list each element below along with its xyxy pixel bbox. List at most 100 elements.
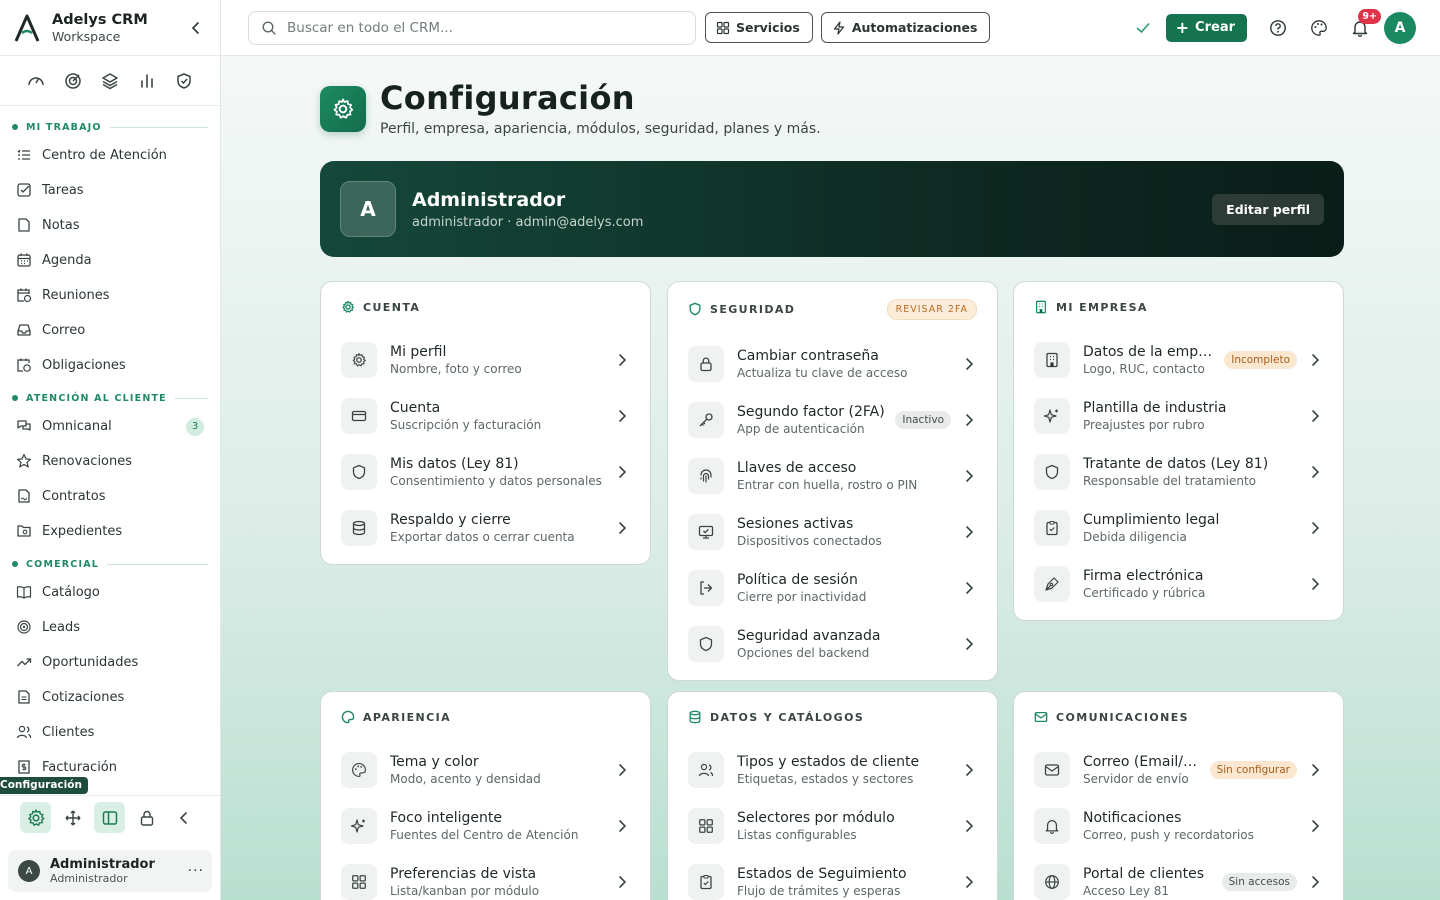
sidebar-item-oportunidades[interactable]: Oportunidades — [0, 645, 220, 680]
plus-icon: + — [1175, 17, 1190, 37]
sidebar-item-contratos[interactable]: Contratos — [0, 479, 220, 514]
settings-row-segundo-factor[interactable]: Segundo factor (2FA) App de autenticación… — [688, 392, 977, 448]
sidebar-item-agenda[interactable]: Agenda — [0, 243, 220, 278]
shield-check-icon[interactable] — [175, 72, 193, 90]
sidebar-item-expedientes[interactable]: Expedientes — [0, 514, 220, 549]
settings-gear-icon — [320, 86, 366, 132]
bar-chart-icon[interactable] — [138, 72, 156, 90]
settings-row-estados-seguimiento[interactable]: Estados de Seguimiento Flujo de trámites … — [688, 854, 977, 900]
card-comunicaciones: COMUNICACIONES Correo (Email/SMTP) Servid… — [1013, 691, 1344, 900]
chevron-left-icon[interactable] — [186, 18, 206, 38]
sidebar-item-correo[interactable]: Correo — [0, 313, 220, 348]
automatizaciones-button[interactable]: Automatizaciones — [820, 12, 991, 43]
settings-row-llaves-acceso[interactable]: Llaves de acceso Entrar con huella, rostr… — [688, 448, 977, 504]
sidebar-item-renovaciones[interactable]: Renovaciones — [0, 444, 220, 479]
chevron-right-icon — [961, 636, 977, 652]
settings-row-tratante-datos[interactable]: Tratante de datos (Ley 81) Responsable de… — [1034, 444, 1323, 500]
sidebar-item-cotizaciones[interactable]: Cotizaciones — [0, 680, 220, 715]
settings-gear-icon[interactable] — [20, 802, 51, 833]
settings-row-firma-electronica[interactable]: Firma electrónica Certificado y rúbrica — [1034, 556, 1323, 612]
settings-row-cambiar-contrasena[interactable]: Cambiar contraseña Actualiza tu clave de … — [688, 336, 977, 392]
sidebar-item-notas[interactable]: Notas — [0, 208, 220, 243]
avatar: A — [18, 860, 40, 882]
chevron-right-icon — [1307, 520, 1323, 536]
calendar-clock-icon — [16, 287, 34, 305]
settings-row-mis-datos[interactable]: Mis datos (Ley 81) Consentimiento y datos… — [341, 444, 630, 500]
sidebar-item-omnicanal[interactable]: Omnicanal 3 — [0, 409, 220, 444]
row-subtitle: Entrar con huella, rostro o PIN — [737, 478, 918, 492]
row-title: Segundo factor (2FA) — [737, 404, 885, 420]
settings-row-portal-clientes[interactable]: Portal de clientes Acceso Ley 81 Sin acces… — [1034, 854, 1323, 900]
row-title: Tema y color — [390, 754, 479, 770]
settings-row-cumplimiento-legal[interactable]: Cumplimiento legal Debida diligencia — [1034, 500, 1323, 556]
settings-row-sesiones-activas[interactable]: Sesiones activas Dispositivos conectados — [688, 504, 977, 560]
profile-name: Administrador — [412, 188, 566, 211]
settings-row-mi-perfil[interactable]: Mi perfil Nombre, foto y correo — [341, 332, 630, 388]
sidebar-item-label: Obligaciones — [42, 358, 126, 373]
credit-card-icon — [341, 398, 377, 434]
chevron-right-icon — [961, 412, 977, 428]
topbar: Buscar en todo el CRM... Servicios Autom… — [221, 0, 1440, 56]
chevron-right-icon — [961, 580, 977, 596]
mail-icon — [1034, 752, 1070, 788]
settings-row-datos-empresa[interactable]: Datos de la empresa Logo, RUC, contacto In… — [1034, 332, 1323, 388]
shield-icon — [1034, 454, 1070, 490]
servicios-button[interactable]: Servicios — [705, 12, 813, 43]
settings-row-plantilla-industria[interactable]: Plantilla de industria Preajustes por rub… — [1034, 388, 1323, 444]
row-title: Tratante de datos (Ley 81) — [1083, 456, 1269, 472]
settings-row-selectores-modulo[interactable]: Selectores por módulo Listas configurable… — [688, 798, 977, 854]
chevron-right-icon — [961, 468, 977, 484]
sidebar-item-centro-atencion[interactable]: Centro de Atención — [0, 138, 220, 173]
layers-icon[interactable] — [101, 72, 119, 90]
lock-icon[interactable] — [131, 802, 162, 833]
sidebar-item-obligaciones[interactable]: Obligaciones — [0, 348, 220, 383]
gauge-icon[interactable] — [27, 72, 45, 90]
sidebar-item-reuniones[interactable]: Reuniones — [0, 278, 220, 313]
sidebar-bottom-tools — [0, 795, 220, 839]
edit-profile-button[interactable]: Editar perfil — [1212, 193, 1324, 225]
target-icon — [16, 619, 34, 637]
search-input[interactable]: Buscar en todo el CRM... — [248, 10, 696, 45]
row-title: Cambiar contraseña — [737, 348, 879, 364]
move-icon[interactable] — [57, 802, 88, 833]
palette-icon — [341, 752, 377, 788]
settings-row-seguridad-avanzada[interactable]: Seguridad avanzada Opciones del backend — [688, 616, 977, 672]
settings-row-tema-color[interactable]: Tema y color Modo, acento y densidad — [341, 742, 630, 798]
settings-row-cuenta[interactable]: Cuenta Suscripción y facturación — [341, 388, 630, 444]
list-check-icon — [16, 147, 34, 165]
settings-row-politica-sesion[interactable]: Política de sesión Cierre por inactividad — [688, 560, 977, 616]
chevron-left-icon[interactable] — [168, 802, 199, 833]
crear-label: Crear — [1195, 20, 1235, 35]
panel-layout-icon[interactable] — [94, 802, 125, 833]
settings-row-tipos-estados-cliente[interactable]: Tipos y estados de cliente Etiquetas, est… — [688, 742, 977, 798]
sidebar-item-label: Cotizaciones — [42, 690, 125, 705]
row-title: Foco inteligente — [390, 810, 502, 826]
row-subtitle: Dispositivos conectados — [737, 534, 882, 548]
sidebar-item-catalogo[interactable]: Catálogo — [0, 575, 220, 610]
settings-row-foco-inteligente[interactable]: Foco inteligente Fuentes del Centro de At… — [341, 798, 630, 854]
card-apariencia: APARIENCIA Tema y color Modo, acento y de… — [320, 691, 651, 900]
more-options-icon[interactable]: ··· — [188, 863, 204, 879]
shield-icon — [688, 302, 702, 316]
help-icon[interactable] — [1261, 11, 1295, 45]
row-subtitle: Suscripción y facturación — [390, 418, 542, 432]
settings-row-respaldo[interactable]: Respaldo y cierre Exportar datos o cerrar… — [341, 500, 630, 556]
lock-icon — [688, 346, 724, 382]
settings-row-notificaciones[interactable]: Notificaciones Correo, push y recordatori… — [1034, 798, 1323, 854]
sidebar-item-tareas[interactable]: Tareas — [0, 173, 220, 208]
avatar[interactable]: A — [1384, 11, 1416, 44]
user-menu[interactable]: A Administrador Administrador ··· — [8, 850, 212, 892]
bell-icon[interactable]: 9+ — [1343, 8, 1381, 45]
row-title: Política de sesión — [737, 572, 858, 588]
sidebar-item-label: Catálogo — [42, 585, 100, 600]
section-label: MI TRABAJO — [26, 121, 102, 133]
row-title: Cuenta — [390, 400, 441, 416]
note-icon — [16, 217, 34, 235]
sidebar-item-leads[interactable]: Leads — [0, 610, 220, 645]
crear-button[interactable]: + Crear — [1165, 13, 1247, 42]
settings-row-preferencias-vista[interactable]: Preferencias de vista Lista/kanban por mó… — [341, 854, 630, 900]
palette-icon[interactable] — [1302, 11, 1336, 45]
settings-row-correo[interactable]: Correo (Email/SMTP) Servidor de envío Sin … — [1034, 742, 1323, 798]
sidebar-item-clientes[interactable]: Clientes — [0, 715, 220, 750]
radar-icon[interactable] — [64, 72, 82, 90]
